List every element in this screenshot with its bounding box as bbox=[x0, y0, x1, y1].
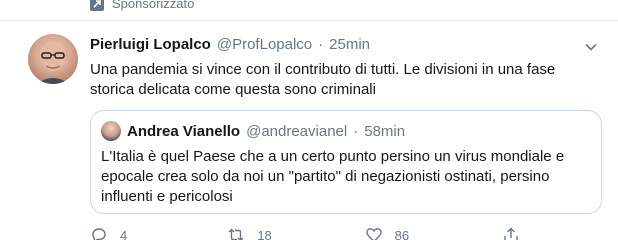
author-name[interactable]: Pierluigi Lopalco bbox=[90, 36, 211, 53]
reply-icon bbox=[92, 228, 106, 240]
promoted-arrow-icon bbox=[90, 0, 104, 11]
sponsored-indicator: Sponsorizzato bbox=[90, 0, 194, 11]
quoted-author-handle: @andreavianel bbox=[246, 122, 348, 140]
quoted-header-separator: · bbox=[353, 122, 359, 140]
timeline: Sponsorizzato Pierluigi Lopalco @ProfLop… bbox=[0, 0, 618, 240]
like-button[interactable]: 86 bbox=[365, 226, 502, 240]
author-handle[interactable]: @ProfLopalco bbox=[217, 36, 312, 53]
heart-icon bbox=[365, 228, 382, 240]
retweet-icon bbox=[228, 228, 244, 240]
like-count: 86 bbox=[394, 227, 410, 240]
quoted-timestamp: 58min bbox=[364, 122, 406, 140]
tweet-divider bbox=[0, 20, 618, 21]
quoted-tweet-text: L'Italia è quel Paese che a un certo pun… bbox=[101, 148, 565, 205]
quoted-author-name: Andrea Vianello bbox=[127, 122, 241, 140]
quoted-tweet-header: Andrea Vianello @andreavianel · 58min bbox=[101, 121, 405, 141]
reply-button[interactable]: 4 bbox=[90, 226, 227, 240]
header-separator: · bbox=[318, 36, 324, 53]
tweet-timestamp[interactable]: 25min bbox=[329, 36, 370, 53]
author-avatar[interactable] bbox=[28, 34, 78, 84]
share-icon bbox=[504, 227, 518, 240]
share-button[interactable] bbox=[502, 226, 520, 240]
tweet-header: Pierluigi Lopalco @ProfLopalco · 25min bbox=[90, 36, 370, 53]
retweet-button[interactable]: 18 bbox=[227, 226, 364, 240]
reply-count: 4 bbox=[120, 227, 128, 240]
quoted-tweet[interactable]: Andrea Vianello @andreavianel · 58min L'… bbox=[90, 110, 602, 214]
tweet-text: Una pandemia si vince con il contributo … bbox=[90, 61, 556, 98]
sponsored-label: Sponsorizzato bbox=[112, 0, 195, 11]
tweet-actions: 4 18 86 bbox=[90, 225, 520, 240]
quoted-author-avatar bbox=[101, 121, 121, 141]
chevron-down-icon[interactable] bbox=[584, 40, 598, 54]
retweet-count: 18 bbox=[257, 227, 272, 240]
